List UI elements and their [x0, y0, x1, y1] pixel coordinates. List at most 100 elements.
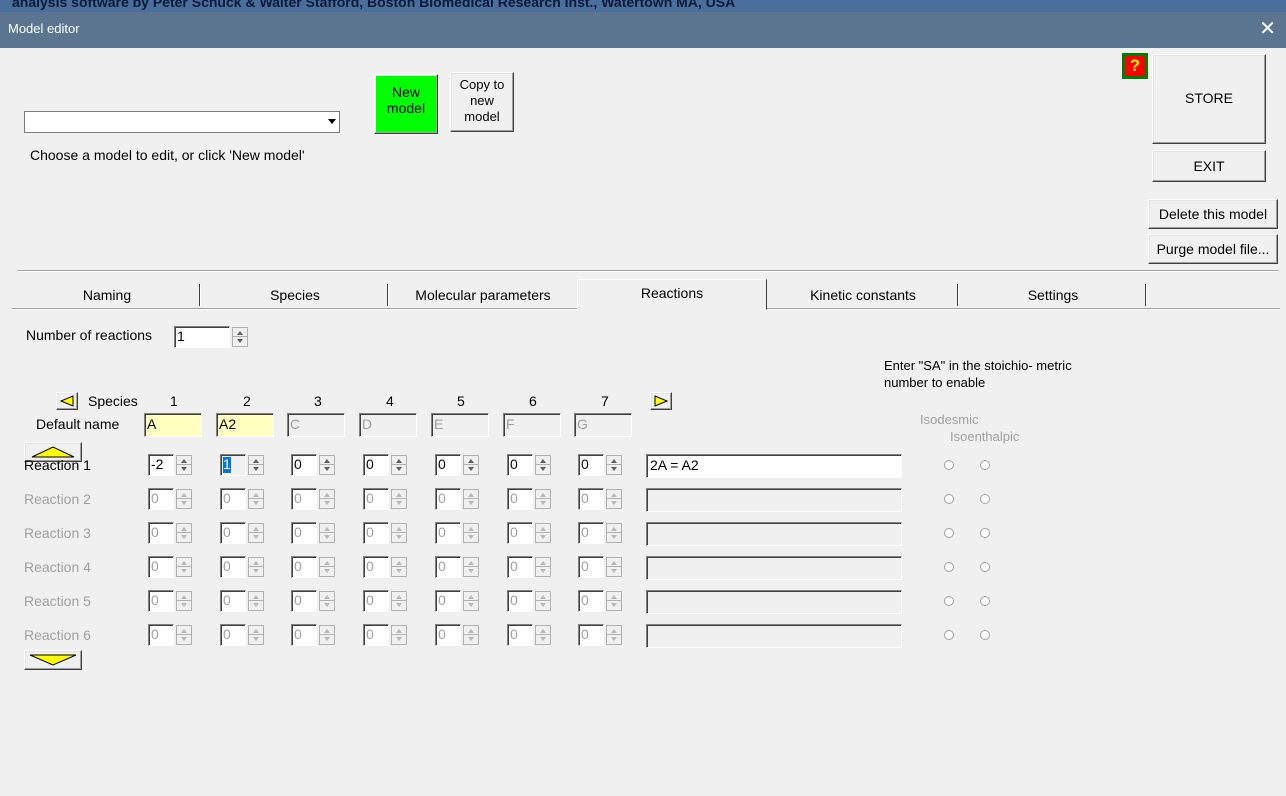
stoichiometry-input[interactable]: 0: [148, 488, 174, 510]
exit-button[interactable]: EXIT: [1152, 150, 1266, 182]
species-name-field[interactable]: E: [431, 413, 489, 437]
isoenthalpic-radio[interactable]: [980, 528, 990, 538]
stoichiometry-stepper[interactable]: 0: [291, 488, 337, 510]
stoichiometry-spinner[interactable]: [176, 591, 192, 611]
stoichiometry-input[interactable]: 0: [363, 488, 389, 510]
species-name-field[interactable]: G: [574, 413, 632, 437]
stoichiometry-input[interactable]: 0: [578, 488, 604, 510]
stoichiometry-input[interactable]: 0: [435, 522, 461, 544]
stoichiometry-stepper[interactable]: 0: [507, 454, 553, 476]
stoichiometry-spinner[interactable]: [463, 489, 479, 509]
reaction-equation-field[interactable]: 2A = A2: [646, 454, 902, 478]
stoichiometry-input[interactable]: 0: [148, 522, 174, 544]
species-name-field[interactable]: D: [359, 413, 417, 437]
tab-species[interactable]: Species: [202, 282, 388, 308]
stoichiometry-stepper[interactable]: 0: [363, 556, 409, 578]
stoichiometry-spinner[interactable]: [606, 625, 622, 645]
stoichiometry-stepper[interactable]: 0: [507, 556, 553, 578]
isodesmic-radio[interactable]: [944, 528, 954, 538]
stoichiometry-input[interactable]: 0: [578, 624, 604, 646]
stoichiometry-input[interactable]: 0: [507, 590, 533, 612]
tab-settings[interactable]: Settings: [960, 282, 1146, 308]
stoichiometry-spinner[interactable]: [319, 625, 335, 645]
isodesmic-radio[interactable]: [944, 630, 954, 640]
stoichiometry-input[interactable]: 0: [435, 556, 461, 578]
help-button[interactable]: ?: [1122, 53, 1148, 79]
stoichiometry-stepper[interactable]: 0: [291, 454, 337, 476]
stoichiometry-stepper[interactable]: 0: [578, 590, 624, 612]
stoichiometry-input[interactable]: 0: [291, 590, 317, 612]
species-scroll-left-button[interactable]: [56, 392, 78, 410]
stoichiometry-input[interactable]: 0: [363, 556, 389, 578]
stoichiometry-spinner[interactable]: [535, 557, 551, 577]
stoichiometry-stepper[interactable]: 0: [507, 624, 553, 646]
stoichiometry-input[interactable]: 0: [507, 624, 533, 646]
stoichiometry-spinner[interactable]: [391, 557, 407, 577]
stoichiometry-stepper[interactable]: 0: [220, 488, 266, 510]
isodesmic-radio[interactable]: [944, 460, 954, 470]
species-name-field[interactable]: C: [287, 413, 345, 437]
stoichiometry-spinner[interactable]: [176, 489, 192, 509]
reaction-equation-field[interactable]: [646, 590, 902, 614]
stoichiometry-stepper[interactable]: 0: [435, 590, 481, 612]
stoichiometry-input[interactable]: 0: [435, 488, 461, 510]
stoichiometry-input[interactable]: 0: [148, 624, 174, 646]
stoichiometry-input[interactable]: 0: [507, 522, 533, 544]
stoichiometry-stepper[interactable]: 0: [148, 624, 194, 646]
stoichiometry-stepper[interactable]: 0: [291, 624, 337, 646]
stoichiometry-input[interactable]: 0: [291, 488, 317, 510]
stoichiometry-spinner[interactable]: [535, 625, 551, 645]
species-scroll-right-button[interactable]: [650, 392, 672, 410]
stoichiometry-input[interactable]: 0: [363, 522, 389, 544]
stoichiometry-input[interactable]: 0: [578, 522, 604, 544]
stoichiometry-spinner[interactable]: [176, 625, 192, 645]
stoichiometry-spinner[interactable]: [463, 455, 479, 475]
stoichiometry-spinner[interactable]: [391, 523, 407, 543]
stoichiometry-input[interactable]: 0: [220, 624, 246, 646]
close-icon[interactable]: ✕: [1259, 16, 1276, 41]
species-name-field[interactable]: A: [144, 413, 202, 437]
isoenthalpic-radio[interactable]: [980, 596, 990, 606]
stoichiometry-stepper[interactable]: 0: [578, 522, 624, 544]
stoichiometry-stepper[interactable]: 0: [578, 556, 624, 578]
stoichiometry-stepper[interactable]: 0: [435, 624, 481, 646]
new-model-button[interactable]: New model: [374, 74, 438, 134]
stoichiometry-spinner[interactable]: [535, 591, 551, 611]
isoenthalpic-radio[interactable]: [980, 630, 990, 640]
stoichiometry-spinner[interactable]: [176, 455, 192, 475]
isodesmic-radio[interactable]: [944, 562, 954, 572]
stoichiometry-spinner[interactable]: [248, 455, 264, 475]
stoichiometry-stepper[interactable]: 0: [363, 454, 409, 476]
stoichiometry-input[interactable]: 0: [220, 556, 246, 578]
stoichiometry-spinner[interactable]: [463, 523, 479, 543]
stoichiometry-stepper[interactable]: 0: [507, 488, 553, 510]
stoichiometry-spinner[interactable]: [319, 523, 335, 543]
stoichiometry-spinner[interactable]: [463, 591, 479, 611]
stoichiometry-input[interactable]: 0: [435, 454, 461, 476]
stoichiometry-input[interactable]: 0: [291, 556, 317, 578]
number-of-reactions-input[interactable]: 1: [174, 326, 230, 348]
isoenthalpic-radio[interactable]: [980, 460, 990, 470]
reaction-equation-field[interactable]: [646, 522, 902, 546]
stoichiometry-spinner[interactable]: [535, 489, 551, 509]
stoichiometry-input[interactable]: 0: [291, 624, 317, 646]
reactions-scroll-down-button[interactable]: [24, 650, 82, 670]
stoichiometry-stepper[interactable]: 0: [291, 556, 337, 578]
stoichiometry-input[interactable]: 0: [435, 624, 461, 646]
stoichiometry-stepper[interactable]: 0: [435, 488, 481, 510]
stoichiometry-spinner[interactable]: [176, 557, 192, 577]
stoichiometry-stepper[interactable]: 0: [148, 522, 194, 544]
number-of-reactions-spinner[interactable]: [232, 327, 248, 347]
stoichiometry-input[interactable]: 0: [148, 590, 174, 612]
stoichiometry-spinner[interactable]: [319, 489, 335, 509]
stoichiometry-stepper[interactable]: 0: [220, 556, 266, 578]
stoichiometry-spinner[interactable]: [606, 557, 622, 577]
stoichiometry-spinner[interactable]: [391, 455, 407, 475]
stoichiometry-input[interactable]: 0: [291, 454, 317, 476]
stoichiometry-input[interactable]: 0: [507, 488, 533, 510]
store-button[interactable]: STORE: [1152, 54, 1266, 144]
stoichiometry-spinner[interactable]: [535, 523, 551, 543]
stoichiometry-input[interactable]: 0: [363, 590, 389, 612]
number-of-reactions-stepper[interactable]: 1: [174, 326, 252, 348]
stoichiometry-input[interactable]: 0: [363, 454, 389, 476]
